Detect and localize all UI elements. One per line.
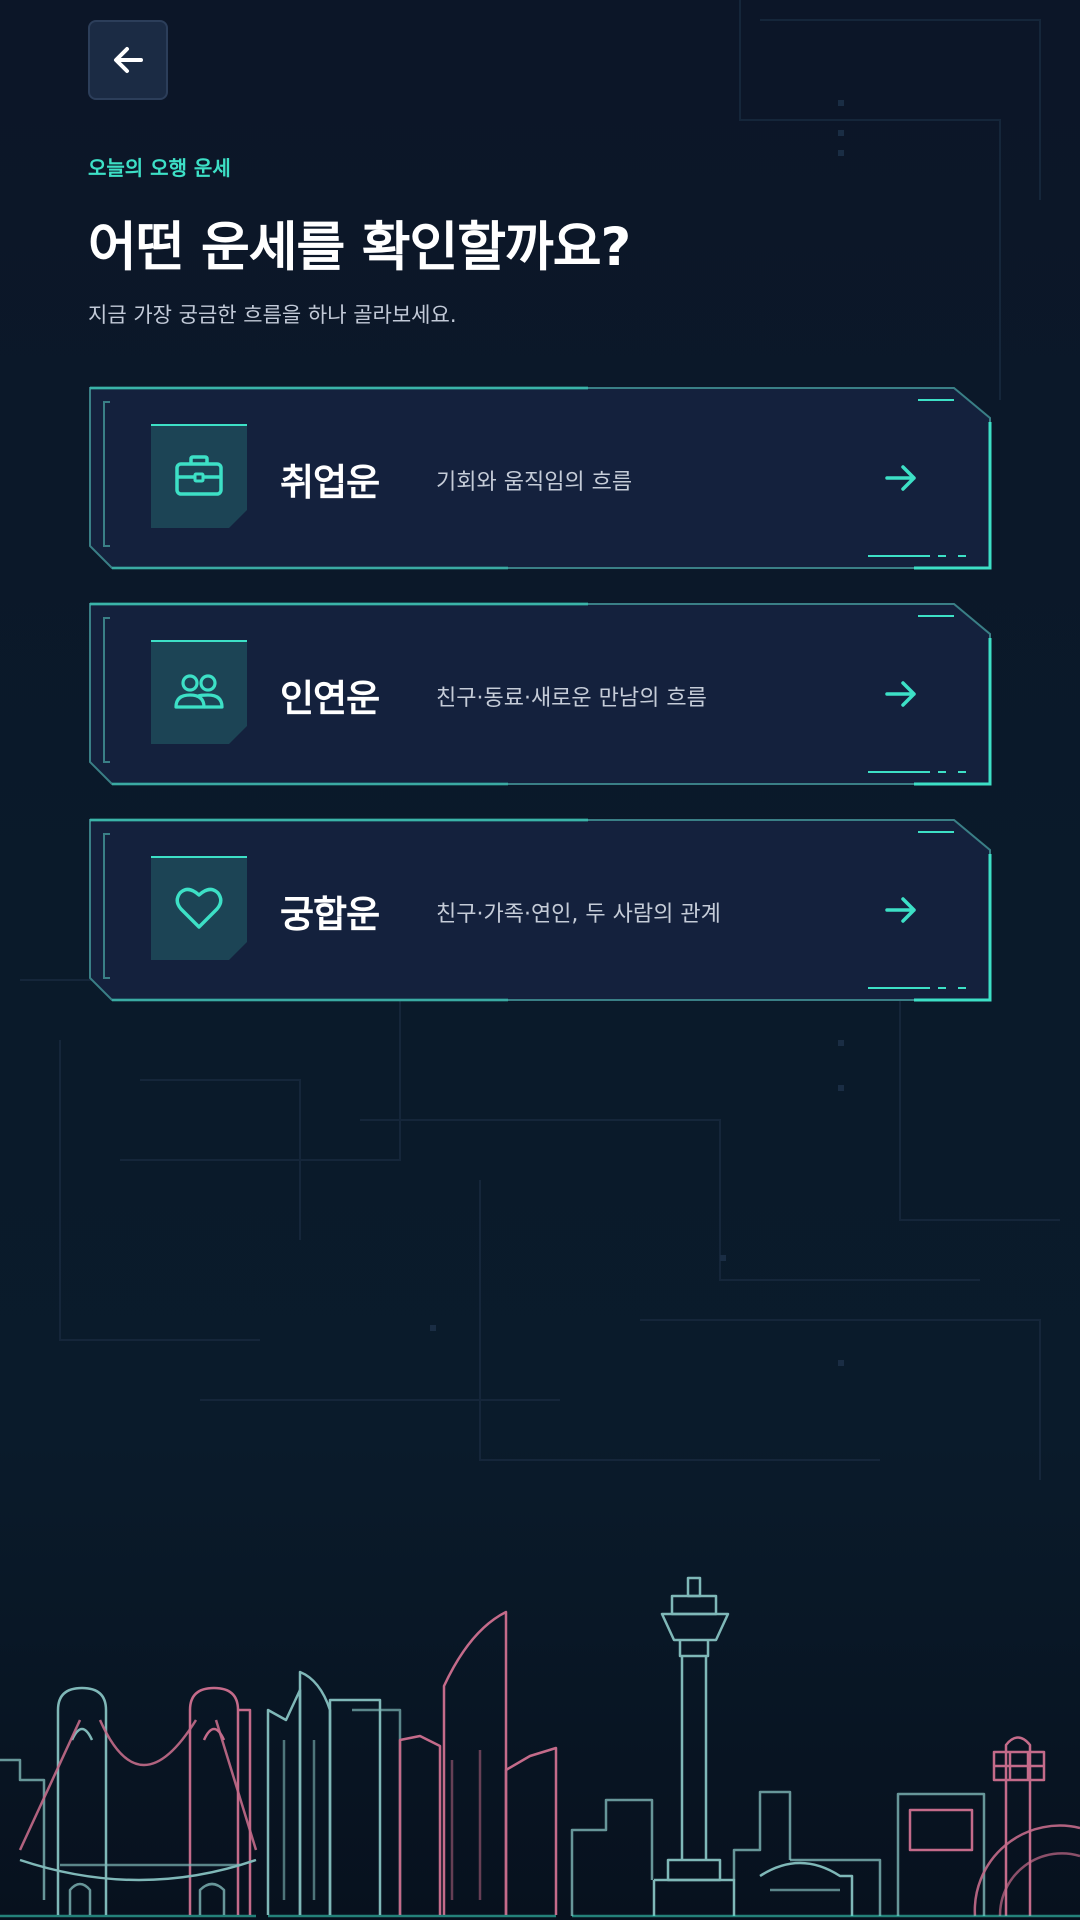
card-title: 인연운 xyxy=(280,677,380,720)
fortune-select-screen: 오늘의 오행 운세 어떤 운세를 확인할까요? 지금 가장 궁금한 흐름을 하나… xyxy=(0,0,1080,1920)
fortune-card-compatibility[interactable]: 궁합운 친구·가족·연인, 두 사람의 관계 xyxy=(88,818,992,1002)
fortune-card-relationship[interactable]: 인연운 친구·동료·새로운 만남의 흐름 xyxy=(88,602,992,786)
card-title: 궁합운 xyxy=(280,893,380,936)
arrow-right-icon xyxy=(885,465,916,491)
page-title: 어떤 운세를 확인할까요? xyxy=(88,217,631,278)
card-icon-box xyxy=(151,856,247,960)
page-subtitle: 지금 가장 궁금한 흐름을 하나 골라보세요. xyxy=(88,303,457,327)
card-title: 취업운 xyxy=(280,461,380,504)
card-description: 친구·가족·연인, 두 사람의 관계 xyxy=(436,902,721,927)
card-description: 기회와 움직임의 흐름 xyxy=(436,470,633,495)
briefcase-icon xyxy=(175,455,223,496)
back-button[interactable] xyxy=(88,20,168,100)
card-icon-box xyxy=(151,424,247,528)
arrow-right-icon xyxy=(885,681,916,707)
users-icon xyxy=(174,674,224,709)
arrow-right-icon xyxy=(885,897,916,923)
card-description: 친구·동료·새로운 만남의 흐름 xyxy=(436,686,707,711)
section-eyebrow: 오늘의 오행 운세 xyxy=(88,156,231,180)
heart-icon xyxy=(175,887,223,929)
card-icon-box xyxy=(151,640,247,744)
fortune-card-job[interactable]: 취업운 기회와 움직임의 흐름 xyxy=(88,386,992,570)
city-skyline-illustration xyxy=(0,1576,1080,1918)
arrow-left-icon xyxy=(114,47,143,73)
